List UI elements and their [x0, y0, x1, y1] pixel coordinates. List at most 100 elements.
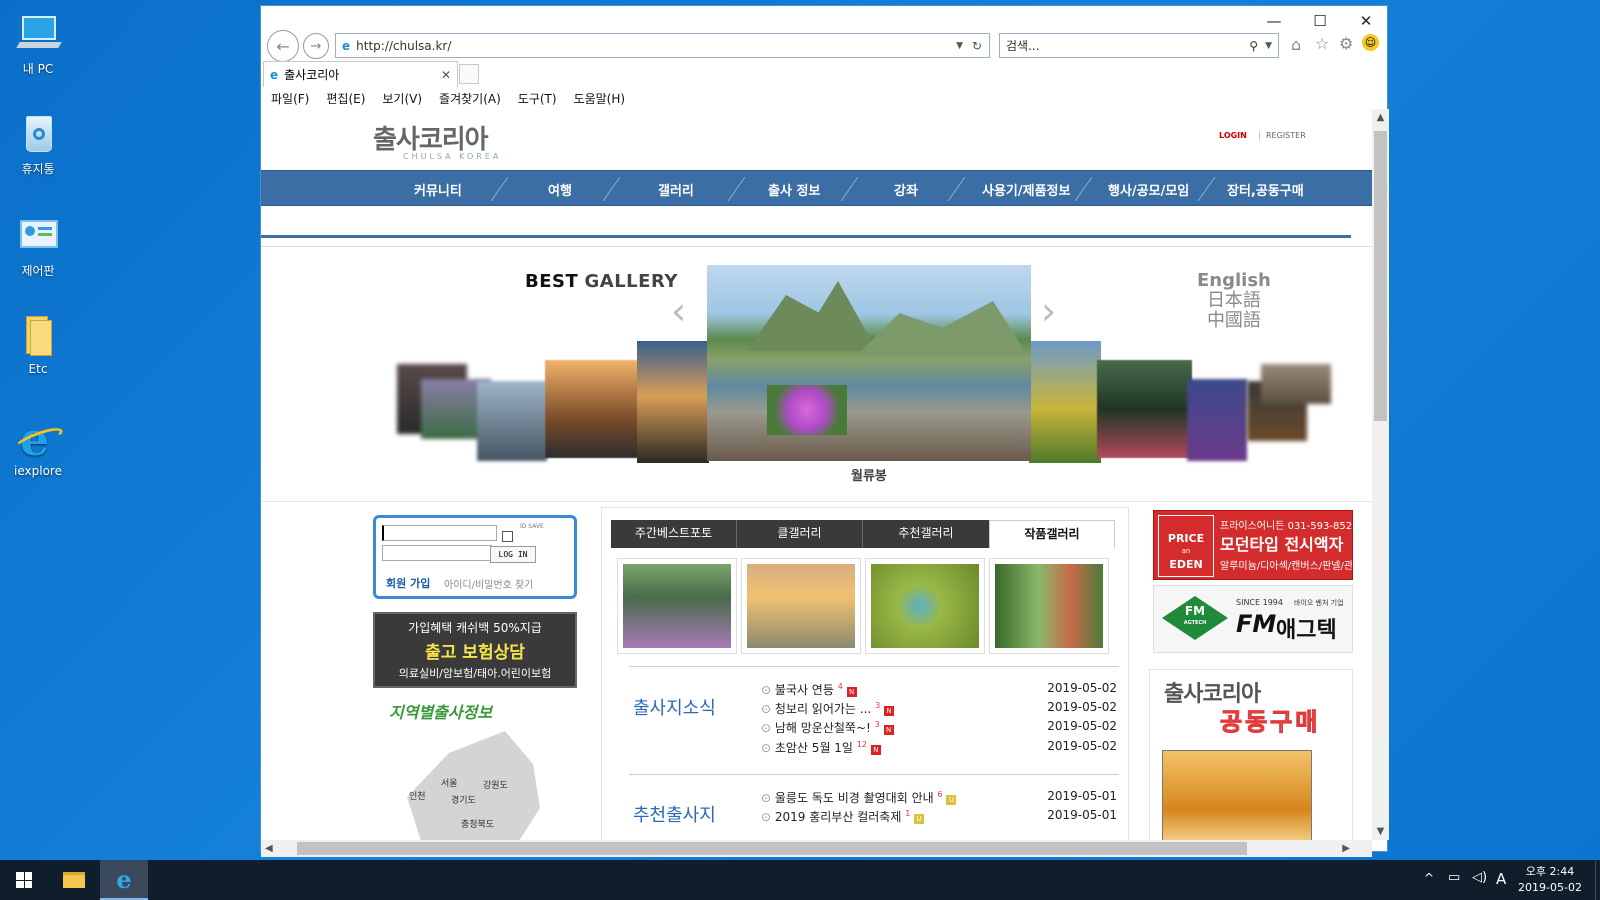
nav-community[interactable]: 커뮤니티: [414, 180, 462, 199]
tray-chevron-icon[interactable]: ^: [1424, 871, 1434, 885]
lang-japanese[interactable]: 日本語: [1197, 291, 1271, 311]
ime-indicator[interactable]: A: [1496, 870, 1506, 888]
smiley-icon[interactable]: ☺: [1362, 34, 1379, 51]
id-save-checkbox[interactable]: [502, 531, 513, 542]
site-logo[interactable]: 출사코리아 CHULSA KOREA: [373, 119, 501, 161]
gallery-featured-image[interactable]: [707, 265, 1031, 461]
show-desktop-button[interactable]: [1595, 860, 1600, 900]
menu-file[interactable]: 파일(F): [271, 90, 309, 107]
vertical-scrollbar[interactable]: ▲ ▼: [1372, 109, 1389, 840]
insurance-ad[interactable]: 가입혜택 캐쉬백 50%지급 출고 보험상담 의료실비/암보험/태아.어린이보험: [373, 612, 577, 688]
gallery-thumb[interactable]: [1097, 360, 1192, 458]
desktop-icon-recycle[interactable]: 휴지통: [6, 112, 70, 177]
menu-view[interactable]: 보기(V): [382, 90, 422, 107]
find-account-link[interactable]: 아이디/비밀번호 찾기: [444, 576, 533, 591]
nav-events[interactable]: 행사/공모/모임: [1108, 180, 1189, 199]
desktop-icon-control-panel[interactable]: 제어판: [6, 214, 70, 279]
map-label-seoul[interactable]: 서울: [441, 776, 458, 789]
forward-button[interactable]: →: [303, 33, 329, 59]
gallery-thumb[interactable]: [477, 381, 547, 461]
news-section-title[interactable]: 출사지소식: [633, 694, 716, 720]
nav-info[interactable]: 출사 정보: [768, 180, 820, 199]
username-input[interactable]: [382, 525, 497, 541]
gallery-next-arrow[interactable]: ›: [1041, 289, 1056, 333]
scroll-thumb[interactable]: [1374, 131, 1387, 421]
register-link[interactable]: REGISTER: [1259, 131, 1306, 140]
map-label-gyeonggi[interactable]: 경기도: [451, 793, 476, 806]
volume-icon[interactable]: ◁): [1472, 870, 1487, 885]
gallery-grid-photo[interactable]: [617, 558, 737, 654]
gallery-prev-arrow[interactable]: ‹: [671, 289, 686, 333]
back-button[interactable]: ←: [267, 30, 299, 62]
menu-edit[interactable]: 편집(E): [326, 90, 365, 107]
gallery-grid-photo[interactable]: [989, 558, 1109, 654]
gallery-thumb[interactable]: [1261, 364, 1331, 404]
start-button[interactable]: [0, 860, 48, 900]
tab-close-icon[interactable]: ✕: [441, 68, 451, 82]
search-icon[interactable]: ⚲: [1249, 39, 1258, 53]
login-button[interactable]: LOG IN: [490, 546, 536, 563]
menu-favorites[interactable]: 즐겨찾기(A): [439, 90, 501, 107]
tab-recommended-gallery[interactable]: 추천갤러리: [863, 520, 989, 548]
menu-help[interactable]: 도움말(H): [574, 90, 626, 107]
gallery-grid-photo[interactable]: [741, 558, 861, 654]
tab-works-gallery[interactable]: 작품갤러리: [989, 520, 1115, 548]
gallery-thumb[interactable]: [1187, 379, 1247, 461]
tab-club-gallery[interactable]: 클갤러리: [737, 520, 863, 548]
browser-tab[interactable]: e 출사코리아 ✕: [263, 61, 458, 87]
maximize-button[interactable]: ☐: [1297, 6, 1343, 36]
password-input[interactable]: [382, 545, 492, 561]
refresh-icon[interactable]: ↻: [972, 39, 982, 53]
news-item[interactable]: ⊙ 불국사 연등 4 N 2019-05-02: [761, 681, 1117, 698]
nav-travel[interactable]: 여행: [548, 180, 572, 199]
network-icon[interactable]: ▭: [1448, 870, 1460, 885]
map-label-gangwon[interactable]: 강원도: [483, 778, 508, 791]
nav-lecture[interactable]: 강좌: [894, 180, 918, 199]
gear-icon[interactable]: ⚙: [1339, 34, 1353, 53]
nav-review[interactable]: 사용기/제품정보: [982, 180, 1070, 199]
map-label-chungbuk[interactable]: 충청북도: [461, 817, 494, 830]
join-link[interactable]: 회원 가입: [386, 575, 430, 591]
scroll-thumb[interactable]: [297, 842, 1247, 855]
coop-box[interactable]: 출사코리아 공동구매: [1149, 669, 1353, 840]
fm-agtech-ad[interactable]: FM AGTECH SINCE 1994 바이오 벤처 기업 FM 애그텍: [1153, 585, 1353, 653]
recommend-item[interactable]: ⊙ 2019 홍리부산 컬러축제 1 U 2019-05-01: [761, 808, 1117, 825]
address-bar[interactable]: e http://chulsa.kr/ ▼ ↻: [335, 33, 990, 58]
login-link[interactable]: LOGIN: [1219, 131, 1247, 140]
dropdown-icon[interactable]: ▼: [956, 41, 963, 51]
gallery-thumb[interactable]: [545, 360, 640, 458]
home-icon[interactable]: ⌂: [1291, 35, 1301, 54]
scroll-up-icon[interactable]: ▲: [1372, 109, 1389, 126]
scroll-right-icon[interactable]: ▶: [1342, 840, 1350, 857]
new-tab-button[interactable]: [459, 64, 479, 84]
clock[interactable]: 오후 2:44 2019-05-02: [1512, 864, 1588, 896]
recommend-item[interactable]: ⊙ 울릉도 독도 비경 촬영대회 안내 6 U 2019-05-01: [761, 789, 1117, 806]
lang-chinese[interactable]: 中國語: [1197, 311, 1271, 331]
minimize-button[interactable]: —: [1251, 6, 1297, 36]
horizontal-scrollbar[interactable]: ◀ ▶: [261, 840, 1372, 857]
nav-market[interactable]: 장터,공동구매: [1227, 180, 1304, 199]
gallery-thumb[interactable]: [1029, 341, 1101, 463]
eden-ad[interactable]: PRICE an EDEN 프라이스어니든 031-593-8528 모던타입 …: [1153, 510, 1353, 580]
close-button[interactable]: ✕: [1343, 6, 1389, 36]
gallery-grid-photo[interactable]: [865, 558, 985, 654]
news-item[interactable]: ⊙ 청보리 읽어가는 ... 3 N 2019-05-02: [761, 700, 1117, 717]
recommend-section-title[interactable]: 추천출사지: [633, 801, 716, 827]
desktop-icon-mypc[interactable]: 내 PC: [6, 12, 70, 77]
scroll-left-icon[interactable]: ◀: [265, 840, 273, 857]
lang-english[interactable]: English: [1197, 271, 1271, 291]
scroll-down-icon[interactable]: ▼: [1372, 823, 1389, 840]
favorites-star-icon[interactable]: ☆: [1315, 34, 1329, 53]
search-dropdown-icon[interactable]: ▼: [1265, 41, 1272, 51]
taskbar-file-explorer[interactable]: [50, 860, 98, 900]
desktop-icon-iexplore[interactable]: e iexplore: [6, 416, 70, 478]
taskbar-iexplore[interactable]: e: [100, 860, 148, 900]
gallery-thumb[interactable]: [637, 341, 709, 463]
tab-weekly-best[interactable]: 주간베스트포토: [611, 520, 737, 548]
search-box[interactable]: 검색... ⚲ ▼: [999, 33, 1279, 58]
desktop-icon-etc[interactable]: Etc: [6, 314, 70, 376]
news-item[interactable]: ⊙ 남해 망운산철쭉~! 3 N 2019-05-02: [761, 719, 1117, 736]
menu-tools[interactable]: 도구(T): [518, 90, 557, 107]
nav-gallery[interactable]: 갤러리: [658, 180, 694, 199]
map-label-incheon[interactable]: 인천: [409, 789, 426, 802]
